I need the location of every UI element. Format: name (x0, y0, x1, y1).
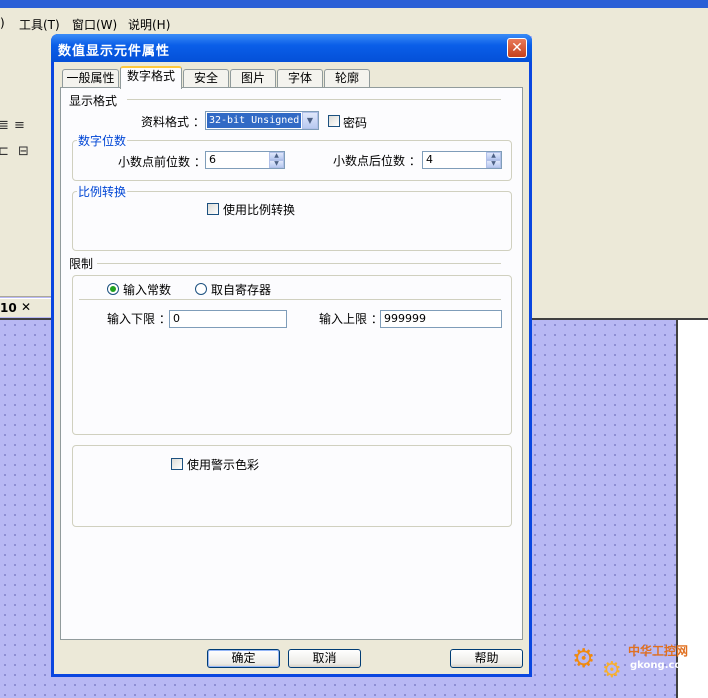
tab-general[interactable]: 一般属性 (62, 69, 119, 87)
spin-down-icon[interactable]: ▼ (486, 160, 501, 168)
app-titlebar (0, 0, 708, 8)
digits-before-value: 6 (209, 153, 216, 166)
gear-icon: ⚙ (602, 658, 622, 683)
digits-after-stepper[interactable]: 4 ▲ ▼ (422, 151, 502, 169)
password-label: 密码 (343, 116, 368, 130)
use-scaling-label: 使用比例转换 (223, 203, 296, 217)
digits-after-label: 小数点后位数 ： (333, 154, 421, 168)
align-center-icon[interactable]: ≣ (0, 118, 9, 133)
radio-constant[interactable] (107, 283, 119, 295)
radio-register[interactable] (195, 283, 207, 295)
use-scaling-checkbox[interactable] (207, 203, 219, 215)
radio-register-label: 取自寄存器 (211, 283, 272, 297)
digits-heading: 数字位数 (77, 132, 128, 149)
tab-security[interactable]: 安全 (183, 69, 229, 87)
warning-color-label: 使用警示色彩 (187, 458, 260, 472)
menu-item-help[interactable]: 说明(H) (128, 16, 170, 33)
menu-item-tools[interactable]: 工具(T) (19, 16, 60, 33)
digits-before-label: 小数点前位数 ： (118, 155, 206, 169)
watermark-url: gkong.com (630, 660, 692, 671)
high-limit-input[interactable]: 999999 (380, 310, 502, 328)
menu-item-window[interactable]: 窗口(W) (72, 16, 117, 33)
display-format-heading: 显示格式 (69, 94, 118, 108)
tab-outline[interactable]: 轮廓 (324, 69, 370, 87)
watermark: ⚙ ⚙ 中华工控网 gkong.com (572, 640, 702, 690)
menubar: ) 工具(T) 窗口(W) 说明(H) (0, 8, 708, 36)
spin-up-icon[interactable]: ▲ (269, 152, 284, 160)
password-checkbox[interactable] (328, 115, 340, 127)
warning-color-group (72, 445, 512, 527)
tab-panel: 显示格式 资料格式 ： 32-bit Unsigned ▼ 密码 数字位数 小数… (60, 87, 523, 640)
close-button[interactable]: ✕ (507, 38, 527, 58)
dialog-title: 数值显示元件属性 (58, 44, 171, 59)
low-limit-label: 输入下限 ： (107, 312, 171, 326)
cancel-button[interactable]: 取消 (288, 649, 361, 668)
tab-number-format[interactable]: 数字格式 (120, 66, 182, 89)
close-icon[interactable]: ✕ (21, 300, 31, 314)
scaling-group (72, 191, 512, 251)
watermark-text: 中华工控网 (628, 644, 689, 658)
high-limit-label: 输入上限 ： (319, 312, 383, 326)
limits-heading: 限制 (69, 257, 94, 271)
warning-color-checkbox[interactable] (171, 458, 183, 470)
document-tab[interactable]: 10 ✕ (0, 298, 52, 317)
menu-item-partial[interactable]: ) (0, 16, 5, 30)
divider (127, 99, 501, 100)
radio-constant-label: 输入常数 (123, 283, 172, 297)
help-button[interactable]: 帮助 (450, 649, 523, 668)
gear-icon: ⚙ (572, 644, 596, 674)
spin-down-icon[interactable]: ▼ (269, 160, 284, 168)
data-format-label: 资料格式 ： (141, 115, 205, 129)
tab-picture[interactable]: 图片 (230, 69, 276, 87)
document-tab-label: 10 (0, 301, 17, 315)
chevron-down-icon[interactable]: ▼ (302, 112, 318, 129)
align-right-icon[interactable]: ≡ (14, 118, 25, 133)
dialog-titlebar[interactable]: 数值显示元件属性 ✕ (51, 34, 532, 62)
dialog-body: 一般属性 数字格式 安全 图片 字体 轮廓 显示格式 资料格式 ： 32-bit… (54, 62, 529, 674)
tab-font[interactable]: 字体 (277, 69, 323, 87)
digits-after-value: 4 (426, 153, 433, 166)
distribute-icon[interactable]: ⊟ (18, 144, 29, 159)
scaling-heading: 比例转换 (77, 183, 128, 200)
align-left-small-icon[interactable]: ⊏ (0, 144, 9, 159)
data-format-value: 32-bit Unsigned (207, 113, 302, 128)
divider (97, 263, 501, 264)
data-format-select[interactable]: 32-bit Unsigned ▼ (205, 111, 319, 130)
ok-button[interactable]: 确定 (207, 649, 280, 668)
properties-dialog: 数值显示元件属性 ✕ 一般属性 数字格式 安全 图片 字体 轮廓 显示格式 资料… (51, 34, 532, 677)
app-toolbar: ≣ ≡ ⊏ ⊟ (0, 36, 52, 297)
app-right-panel-top (532, 36, 708, 319)
divider (79, 299, 501, 300)
low-limit-input[interactable]: 0 (169, 310, 287, 328)
digits-before-stepper[interactable]: 6 ▲ ▼ (205, 151, 285, 169)
spin-up-icon[interactable]: ▲ (486, 152, 501, 160)
